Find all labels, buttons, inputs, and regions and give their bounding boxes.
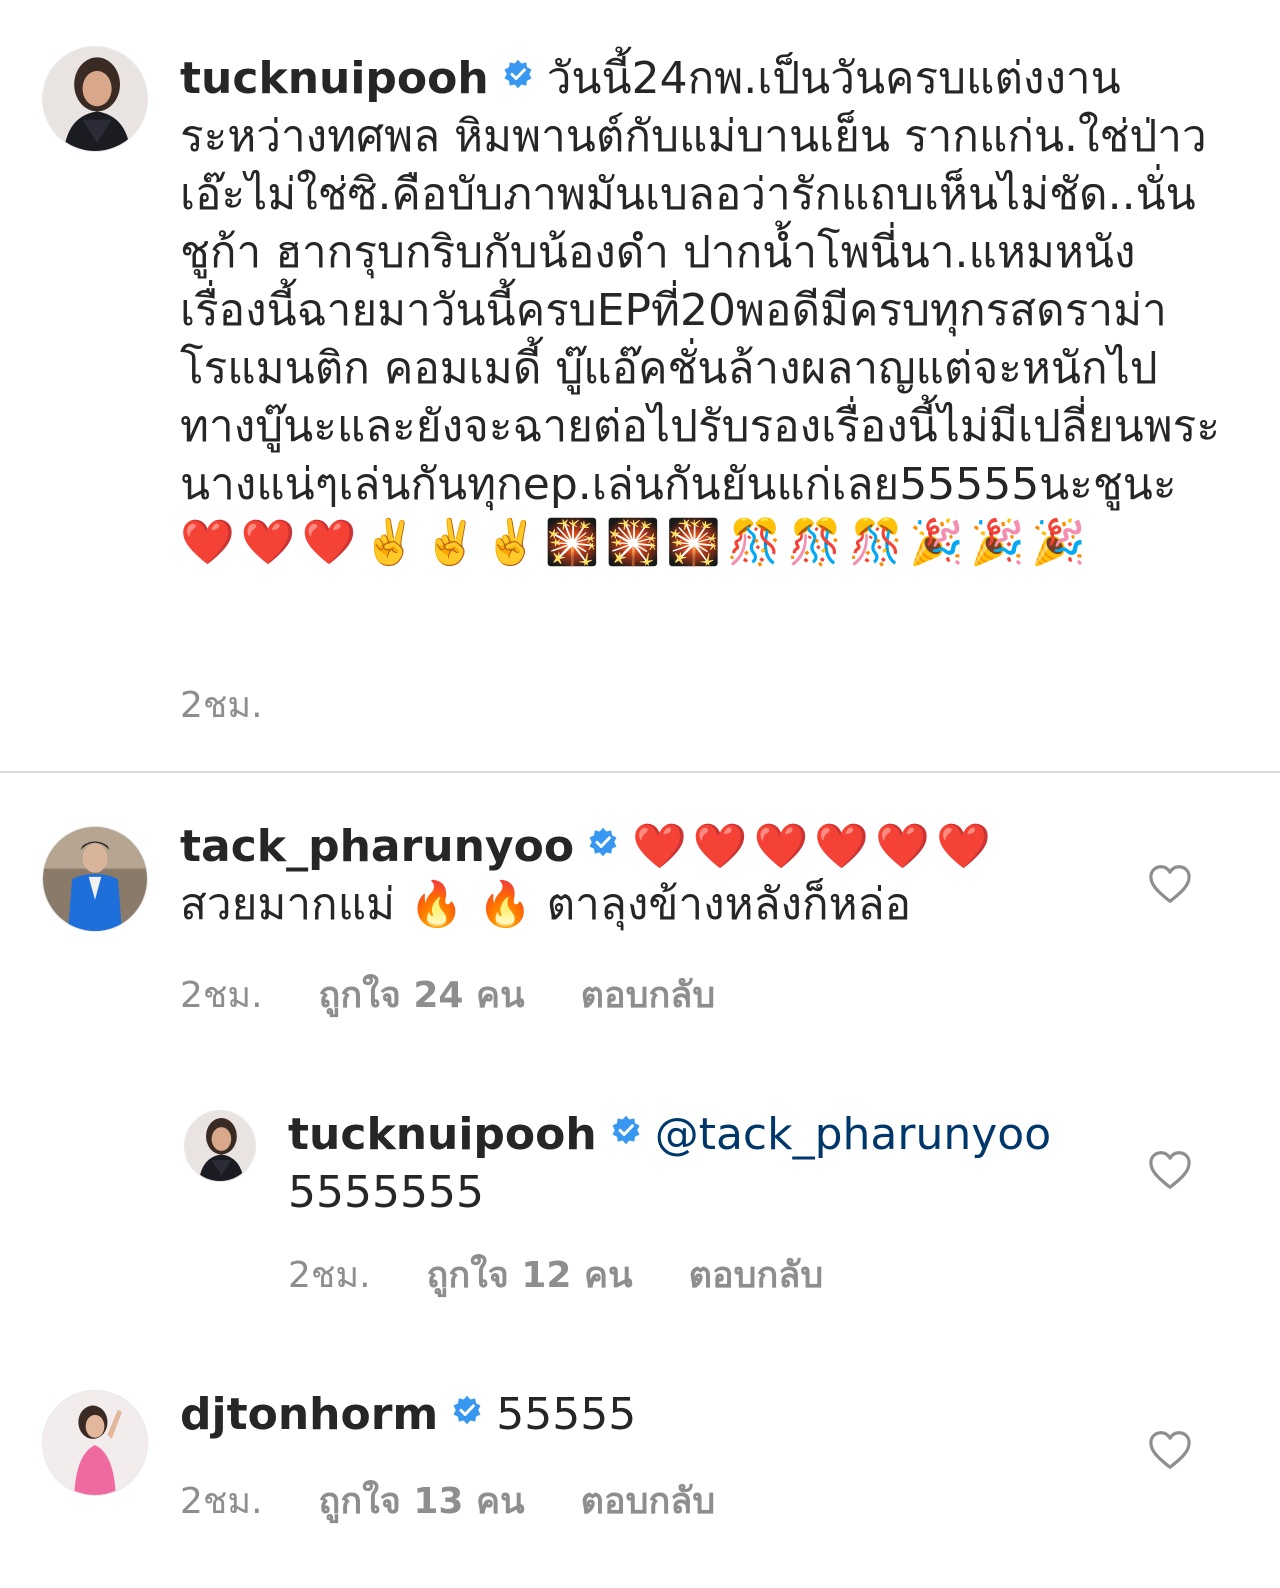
reply-button[interactable]: ตอบกลับ: [689, 1255, 824, 1296]
verified-badge-icon: [588, 827, 618, 857]
timestamp: 2ชม.: [180, 1481, 263, 1522]
mention-link[interactable]: @tack_pharunyoo: [655, 1109, 1051, 1160]
reply-button[interactable]: ตอบกลับ: [581, 1481, 716, 1522]
comment-text-block: djtonhorm 55555: [180, 1386, 1120, 1444]
heart-outline-icon[interactable]: [1148, 1430, 1192, 1470]
comment-text: 55555: [496, 1389, 637, 1440]
divider: [0, 771, 1280, 773]
reply-button[interactable]: ตอบกลับ: [581, 975, 716, 1016]
verified-badge-icon: [611, 1115, 641, 1145]
timestamp: 2ชม.: [180, 975, 263, 1016]
likes-count[interactable]: ถูกใจ 12 คน: [427, 1255, 633, 1296]
comment-text-block: tack_pharunyoo ❤️❤️❤️❤️❤️❤️ สวยมากแม่ 🔥 🔥 …: [180, 818, 1120, 934]
username[interactable]: tucknuipooh: [180, 53, 489, 104]
caption-text-block: tucknuipooh วันนี้24กพ.เป็นวันครบแต่งงานร…: [180, 50, 1220, 572]
comment-meta: 2ชม. ถูกใจ 13 คน ตอบกลับ: [180, 1472, 771, 1529]
avatar[interactable]: [184, 1110, 256, 1182]
comment-meta: 2ชม. ถูกใจ 12 คน ตอบกลับ: [288, 1246, 879, 1303]
verified-badge-icon: [503, 59, 533, 89]
heart-outline-icon[interactable]: [1148, 864, 1192, 904]
avatar[interactable]: [42, 826, 148, 932]
avatar[interactable]: [42, 1390, 148, 1496]
username[interactable]: tack_pharunyoo: [180, 821, 574, 872]
avatar-image: [43, 827, 147, 931]
avatar[interactable]: [42, 46, 148, 152]
comment-text-block: tucknuipooh @tack_pharunyoo 5555555: [288, 1106, 1128, 1222]
heart-outline-icon[interactable]: [1148, 1150, 1192, 1190]
caption-text: วันนี้24กพ.เป็นวันครบแต่งงานระหว่างทศพล …: [180, 53, 1220, 510]
comment-text: สวยมากแม่ 🔥 🔥 ตาลุงข้างหลังก็หล่อ: [180, 879, 912, 930]
comment-emojis: ❤️❤️❤️❤️❤️❤️: [632, 821, 997, 872]
avatar-image: [43, 1391, 147, 1495]
avatar-image: [185, 1111, 255, 1181]
likes-count[interactable]: ถูกใจ 13 คน: [319, 1481, 525, 1522]
username[interactable]: tucknuipooh: [288, 1109, 597, 1160]
username[interactable]: djtonhorm: [180, 1389, 438, 1440]
likes-count[interactable]: ถูกใจ 24 คน: [319, 975, 525, 1016]
timestamp: 2ชม.: [288, 1255, 371, 1296]
caption-meta: 2ชม.: [180, 676, 319, 733]
caption-emojis: ❤️❤️❤️✌️✌️✌️🎇🎇🎇🎊🎊🎊🎉🎉🎉: [180, 517, 1092, 568]
comment-text: 5555555: [288, 1167, 484, 1218]
avatar-image: [43, 47, 147, 151]
comment-meta: 2ชม. ถูกใจ 24 คน ตอบกลับ: [180, 966, 771, 1023]
verified-badge-icon: [452, 1395, 482, 1425]
timestamp: 2ชม.: [180, 685, 263, 726]
